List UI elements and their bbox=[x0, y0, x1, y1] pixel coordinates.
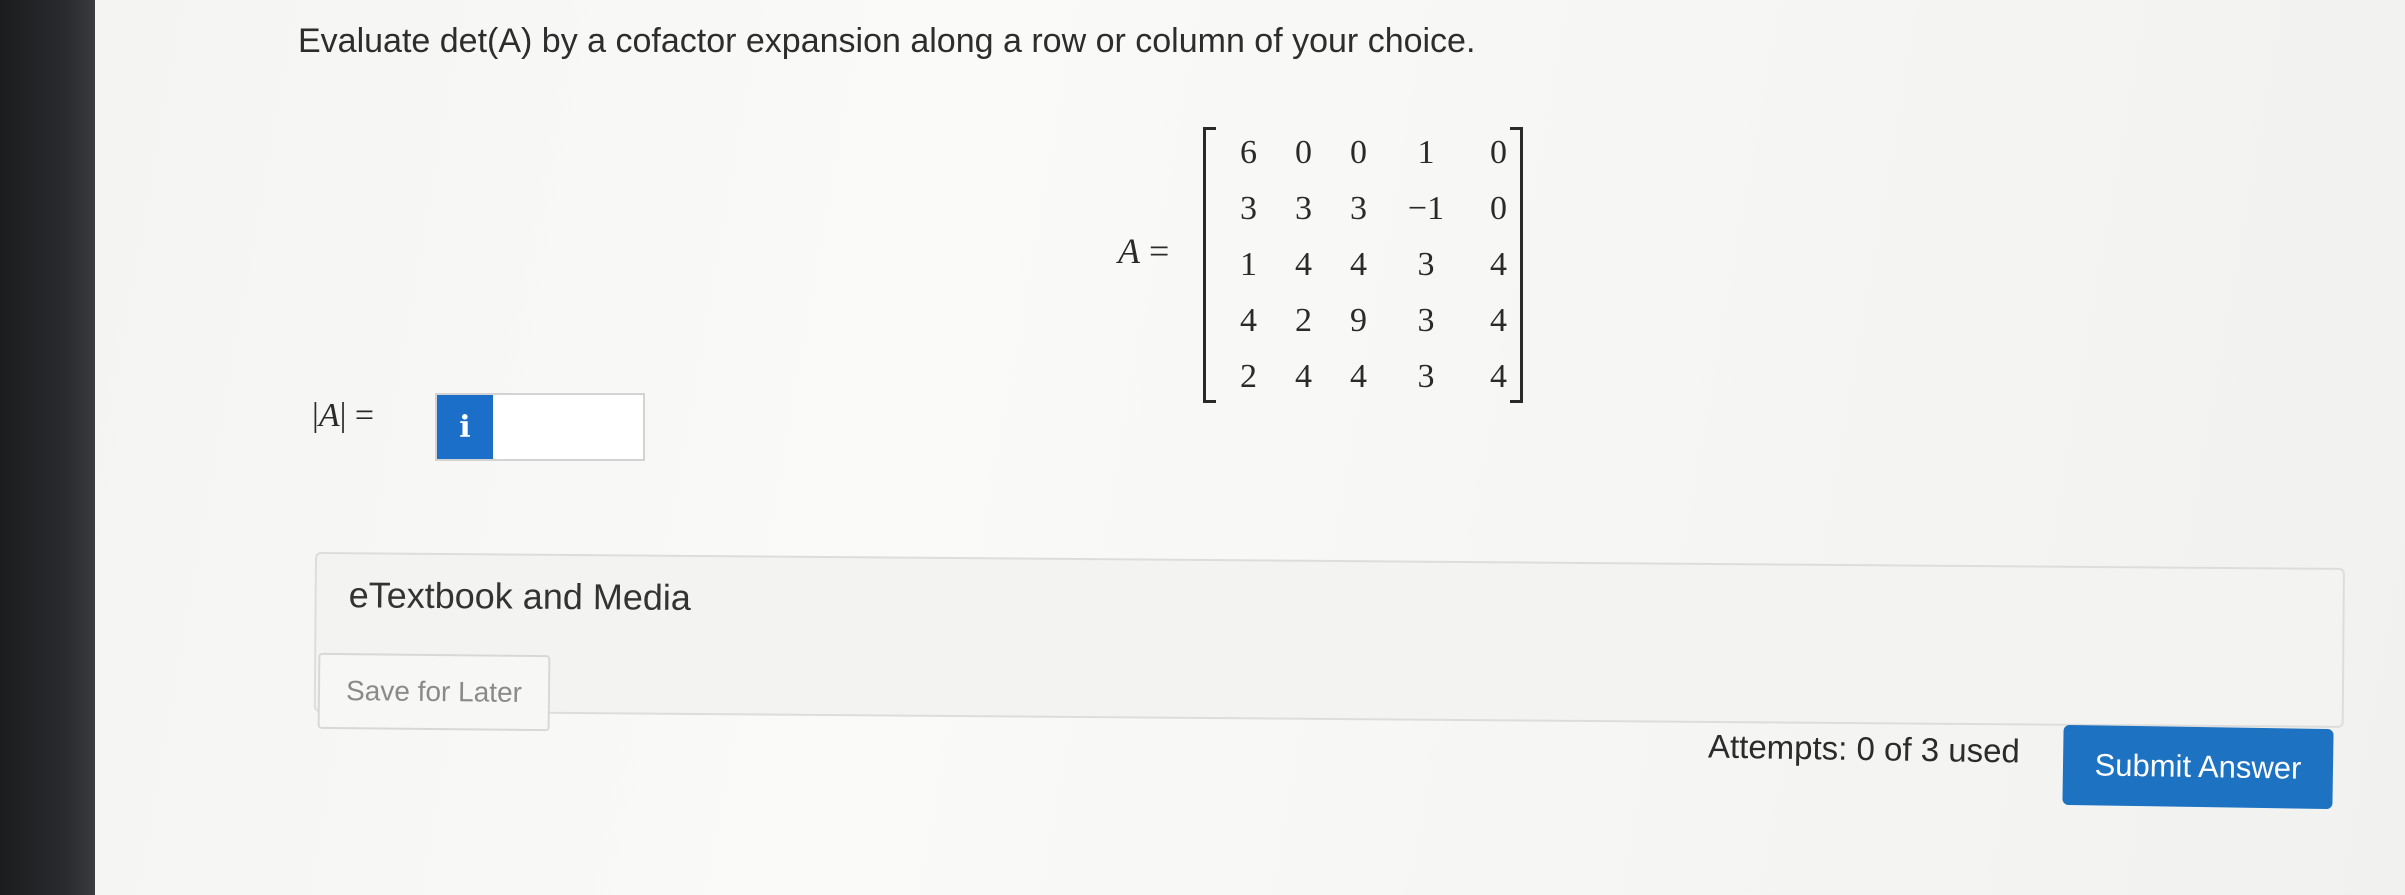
matrix-cell: 0 bbox=[1350, 134, 1367, 171]
matrix-grid: 6 0 0 1 0 3 3 3 −1 0 1 4 4 3 4 4 2 9 3 4… bbox=[1221, 125, 1531, 405]
matrix-cell: 6 bbox=[1240, 134, 1257, 171]
submit-answer-button[interactable]: Submit Answer bbox=[2062, 724, 2334, 810]
etextbook-media-label: eTextbook and Media bbox=[348, 574, 692, 618]
matrix-cell: 3 bbox=[1417, 246, 1435, 283]
info-icon[interactable]: i bbox=[437, 395, 493, 459]
matrix-cell: 3 bbox=[1240, 190, 1257, 227]
attempts-counter: Attempts: 0 of 3 used bbox=[1707, 727, 2021, 770]
matrix-cell: 3 bbox=[1295, 190, 1312, 227]
matrix-body: 6 0 0 1 0 3 3 3 −1 0 1 4 4 3 4 4 2 9 3 4… bbox=[1203, 125, 1523, 403]
matrix-cell: 4 bbox=[1350, 246, 1367, 283]
matrix-cell: 3 bbox=[1350, 190, 1367, 227]
abs-close: | = bbox=[339, 397, 375, 434]
matrix-variable: A bbox=[1118, 231, 1140, 271]
determinant-label: |A| = bbox=[312, 397, 374, 435]
matrix-left-bracket bbox=[1203, 127, 1216, 403]
matrix-cell: 2 bbox=[1240, 358, 1257, 395]
determinant-answer-input[interactable] bbox=[495, 395, 641, 459]
etextbook-media-panel[interactable]: eTextbook and Media bbox=[313, 552, 2345, 728]
matrix-cell: 3 bbox=[1417, 302, 1435, 339]
answer-field-group: i bbox=[435, 393, 645, 461]
matrix-lhs: A = bbox=[1118, 230, 1169, 272]
save-for-later-button[interactable]: Save for Later bbox=[317, 652, 551, 732]
matrix-cell: −1 bbox=[1407, 190, 1445, 227]
matrix-right-bracket bbox=[1510, 127, 1523, 403]
matrix-cell: 9 bbox=[1350, 302, 1367, 339]
matrix-equals: = bbox=[1149, 231, 1170, 271]
matrix-cell: 0 bbox=[1295, 134, 1312, 171]
abs-variable: A bbox=[318, 397, 340, 434]
matrix-cell: 1 bbox=[1240, 246, 1257, 283]
matrix-cell: 3 bbox=[1417, 358, 1435, 395]
matrix-cell: 2 bbox=[1295, 302, 1312, 339]
abs-open: | bbox=[312, 397, 319, 434]
matrix-cell: 4 bbox=[1240, 302, 1257, 339]
info-glyph: i bbox=[459, 409, 471, 445]
left-bezel bbox=[0, 0, 95, 895]
matrix-cell: 4 bbox=[1295, 246, 1312, 283]
question-text: Evaluate det(A) by a cofactor expansion … bbox=[298, 22, 1476, 60]
matrix-cell: 4 bbox=[1295, 358, 1312, 395]
matrix-cell: 1 bbox=[1417, 134, 1435, 171]
matrix-cell: 4 bbox=[1350, 358, 1367, 395]
